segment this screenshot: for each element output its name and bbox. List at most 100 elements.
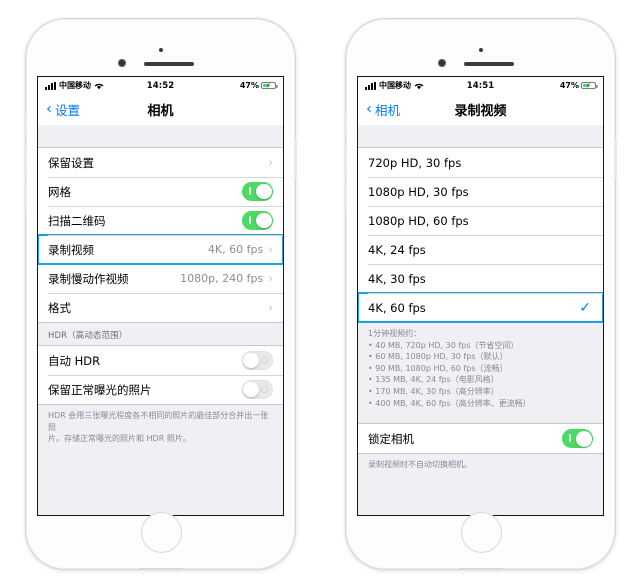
chevron-left-icon: ‹ [46,99,52,118]
row-grid[interactable]: 网格 [38,177,283,206]
back-button-label: 设置 [55,103,81,118]
home-button[interactable] [141,512,182,553]
volume-up-button[interactable] [344,146,347,174]
row-label: 1080p HD, 30 fps [368,184,469,199]
carrier-label: 中国移动 [59,81,91,90]
row-value: 1080p, 240 fps [180,272,264,285]
status-bar: 中国移动 14:51 47% ⚡ [358,77,603,94]
phone-screen-left: 中国移动 14:52 47% ⚡ ‹ 设置 相机 保留设置 › 网格 扫描二维码… [37,76,284,516]
footer-line: • 40 MB, 720p HD, 30 fps（节省空间） [368,340,519,350]
grid-toggle[interactable] [242,182,273,201]
row-keep-normal-photo[interactable]: 保留正常曝光的照片 [38,375,283,404]
scan-qr-toggle[interactable] [242,211,273,230]
row-label: 录制视频 [48,242,94,257]
home-button[interactable] [461,512,502,553]
hdr-group: 自动 HDR 保留正常曝光的照片 [38,345,283,405]
row-label: 保留设置 [48,155,94,170]
volume-down-button[interactable] [344,183,347,211]
option-1080p-30[interactable]: 1080p HD, 30 fps [358,177,603,206]
volume-down-button[interactable] [24,183,27,211]
footer-line: • 60 MB, 1080p HD, 30 fps（默认） [368,352,508,362]
row-record-video[interactable]: 录制视频 4K, 60 fps › [38,234,283,265]
proximity-sensor-icon [158,48,163,52]
section-header-hdr: HDR（高动态范围） [48,331,128,341]
back-button-label: 相机 [375,103,401,118]
option-4k-30[interactable]: 4K, 30 fps [358,264,603,293]
power-button[interactable] [614,139,617,179]
phone-screen-right: 中国移动 14:51 47% ⚡ ‹ 相机 录制视频 720p HD, 30 f… [357,76,604,516]
row-record-slomo[interactable]: 录制慢动作视频 1080p, 240 fps › [38,264,283,293]
cellular-bars-icon [45,81,56,90]
front-camera-icon [118,59,126,67]
iphone-device-left: 中国移动 14:52 47% ⚡ ‹ 设置 相机 保留设置 › 网格 扫描二维码… [24,18,297,570]
mute-switch[interactable] [344,115,347,132]
row-label: 扫描二维码 [48,213,106,228]
settings-list-camera: 保留设置 › 网格 扫描二维码 录制视频 4K, 60 fps › 录制慢动作视… [38,125,283,515]
row-keep-settings[interactable]: 保留设置 › [38,148,283,177]
settings-list-record-video: 720p HD, 30 fps 1080p HD, 30 fps 1080p H… [358,125,603,515]
keep-normal-photo-toggle[interactable] [242,380,273,399]
row-lock-camera[interactable]: 锁定相机 [358,424,603,454]
navigation-bar: ‹ 设置 相机 [38,94,283,125]
battery-charging-icon: ⚡ [261,81,278,89]
footer-line: HDR 会用三张曝光程度各不相同的照片的最佳部分合并出一张照 [48,411,269,432]
earpiece-speaker [463,62,514,66]
top-spacer [38,125,283,147]
earpiece-speaker [143,62,194,66]
status-time: 14:51 [466,80,495,91]
option-4k-24[interactable]: 4K, 24 fps [358,235,603,264]
chevron-right-icon: › [268,242,273,256]
navigation-bar: ‹ 相机 录制视频 [358,94,603,125]
row-label: 格式 [48,300,71,315]
back-button-settings[interactable]: ‹ 设置 [46,100,80,119]
battery-percent-label: 47% [239,81,259,90]
section-footer-video-sizes: 1分钟视频约： • 40 MB, 720p HD, 30 fps（节省空间） •… [358,323,603,415]
camera-options-group: 保留设置 › 网格 扫描二维码 录制视频 4K, 60 fps › 录制慢动作视… [38,147,283,323]
cellular-bars-icon [365,81,376,90]
row-label: 4K, 60 fps [368,300,426,315]
option-1080p-60[interactable]: 1080p HD, 60 fps [358,206,603,235]
option-4k-60[interactable]: 4K, 60 fps ✓ [358,292,603,323]
chevron-right-icon: › [268,271,273,285]
footer-line: • 400 MB, 4K, 60 fps（高分辨率、更流畅） [368,398,531,408]
footer-line: 1分钟视频约： [368,329,422,338]
battery-charging-icon: ⚡ [581,81,598,89]
row-label: 锁定相机 [368,431,414,446]
carrier-label: 中国移动 [379,81,411,90]
row-label: 保留正常曝光的照片 [48,382,152,397]
bottom-antenna-line [138,568,183,570]
status-time: 14:52 [146,80,175,91]
row-scan-qr[interactable]: 扫描二维码 [38,206,283,235]
wifi-icon [414,82,424,90]
row-auto-hdr[interactable]: 自动 HDR [38,346,283,375]
volume-up-button[interactable] [24,146,27,174]
back-button-camera[interactable]: ‹ 相机 [366,100,400,119]
status-bar: 中国移动 14:52 47% ⚡ [38,77,283,94]
lock-camera-group: 锁定相机 [358,423,603,455]
footer-line: 录制视频时不自动切换相机。 [368,460,472,470]
battery-percent-label: 47% [559,81,579,90]
row-label: 网格 [48,184,71,199]
footer-line: • 135 MB, 4K, 24 fps（电影风格） [368,375,499,385]
lock-camera-toggle[interactable] [562,429,593,448]
power-button[interactable] [294,139,297,179]
proximity-sensor-icon [478,48,483,52]
top-spacer [358,125,603,147]
video-resolution-options-group: 720p HD, 30 fps 1080p HD, 30 fps 1080p H… [358,147,603,323]
chevron-right-icon: › [268,300,273,314]
section-footer-hdr: HDR 会用三张曝光程度各不相同的照片的最佳部分合并出一张照 片。存储正常曝光的… [38,405,283,451]
option-720p-30[interactable]: 720p HD, 30 fps [358,148,603,177]
front-camera-icon [438,59,446,67]
row-format[interactable]: 格式 › [38,293,283,322]
mute-switch[interactable] [24,115,27,132]
row-label: 1080p HD, 60 fps [368,213,469,228]
footer-line: 片。存储正常曝光的照片和 HDR 照片。 [48,434,191,444]
iphone-device-right: 中国移动 14:51 47% ⚡ ‹ 相机 录制视频 720p HD, 30 f… [344,18,617,570]
footer-line: • 90 MB, 1080p HD, 60 fps（流畅） [368,363,508,373]
row-label: 自动 HDR [48,353,101,368]
row-value: 4K, 60 fps [207,243,264,256]
row-label: 720p HD, 30 fps [368,155,462,170]
chevron-right-icon: › [268,155,273,169]
auto-hdr-toggle[interactable] [242,351,273,370]
